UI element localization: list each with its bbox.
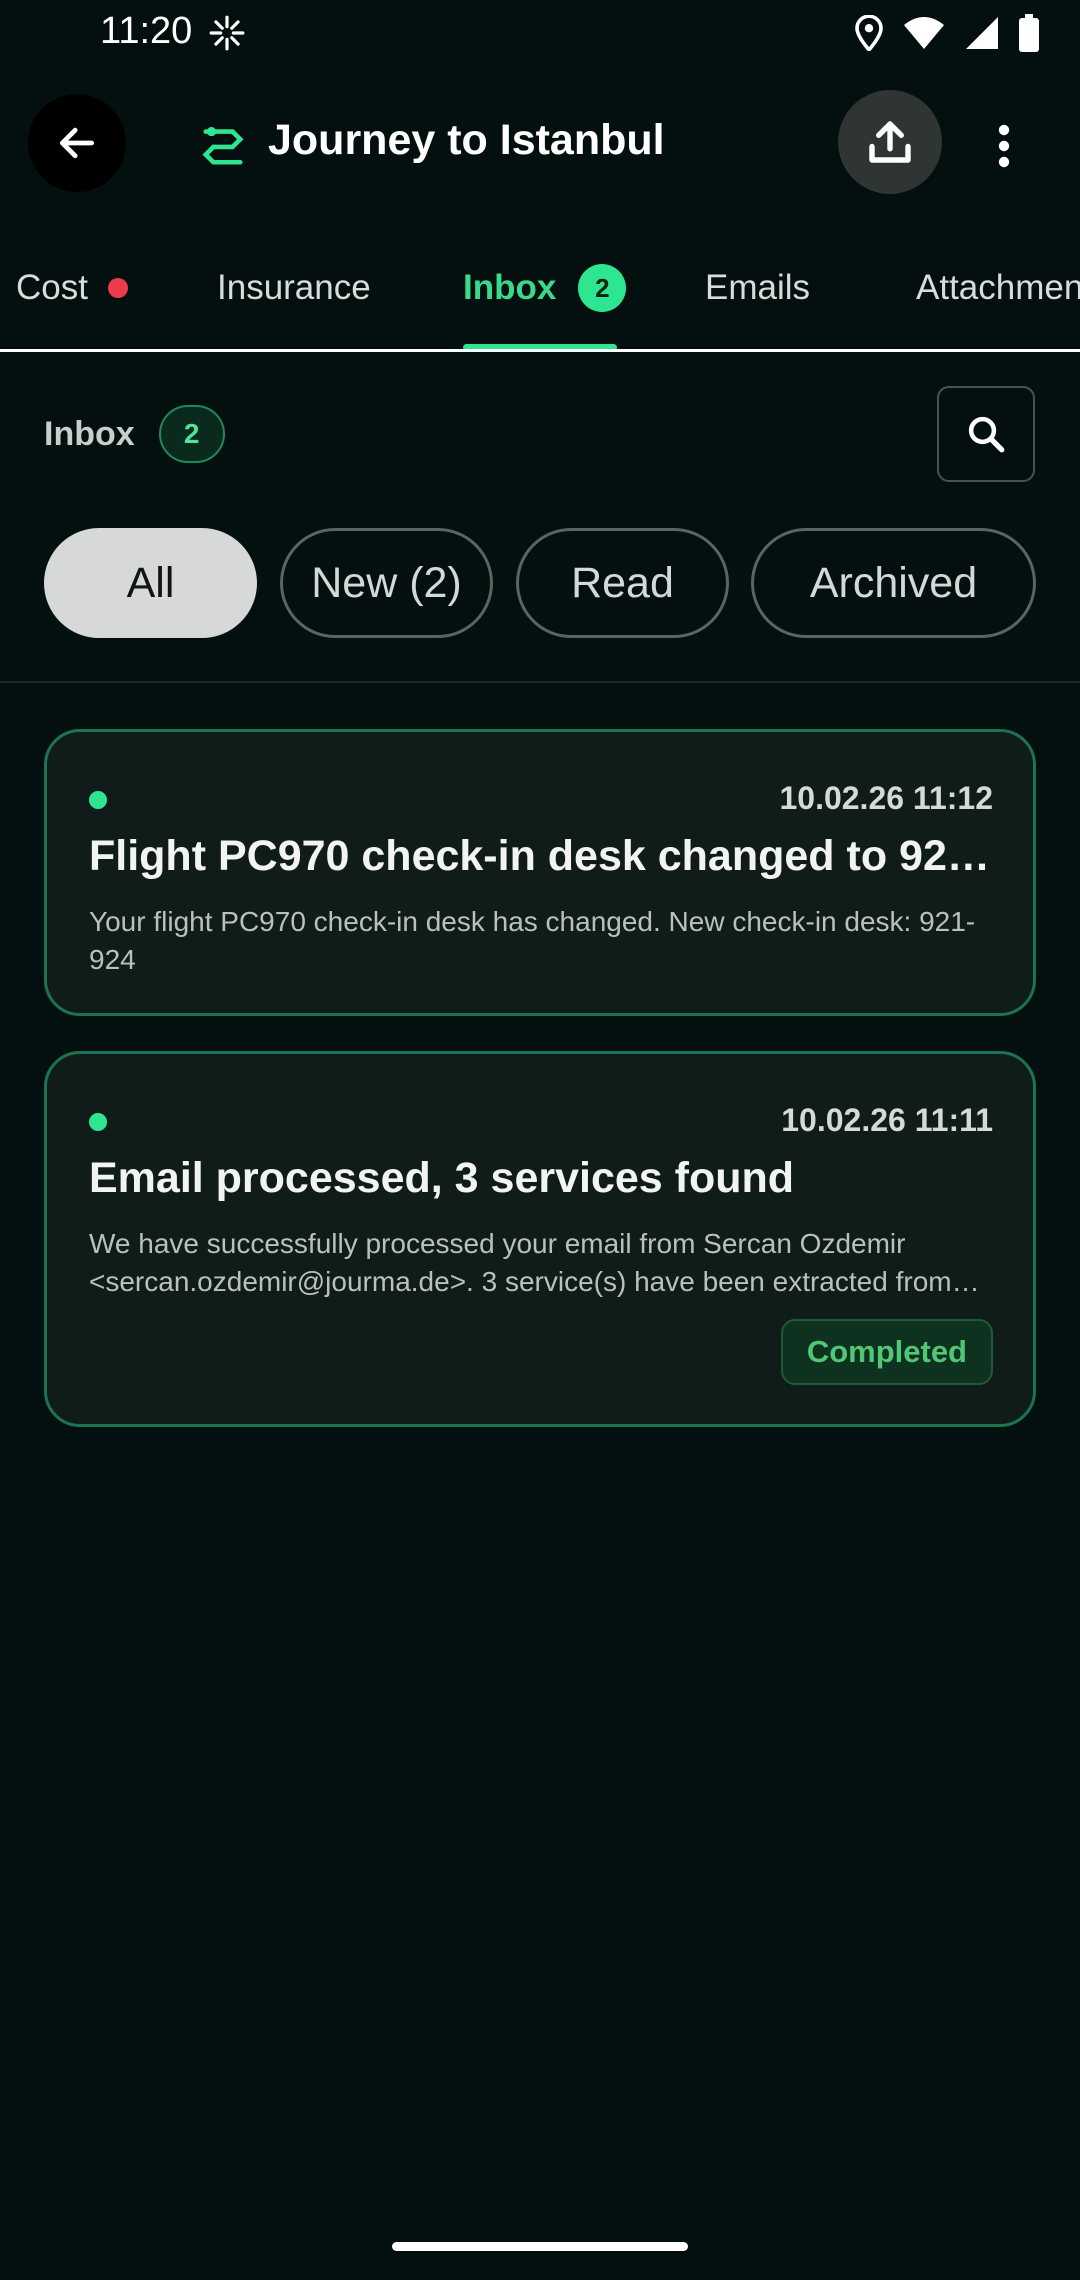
status-time: 11:20: [100, 10, 193, 52]
tab-bar: Cost Insurance Inbox 2 Emails Attachment…: [0, 222, 1080, 352]
more-vertical-icon: [998, 124, 1010, 168]
filter-new[interactable]: New (2): [280, 528, 493, 638]
location-icon: [855, 15, 883, 51]
home-indicator[interactable]: [392, 2242, 688, 2251]
tab-label: Cost: [16, 268, 88, 307]
status-bar: 11:20: [0, 0, 1080, 66]
tab-label: Inbox: [463, 268, 557, 307]
tab-insurance[interactable]: Insurance: [217, 258, 371, 318]
tab-badge: 2: [578, 264, 627, 312]
wifi-icon: [904, 17, 944, 49]
battery-icon: [1019, 14, 1039, 52]
divider: [0, 681, 1080, 683]
app-bar: Journey to Istanbul: [0, 88, 1080, 198]
status-badge: Completed: [780, 1319, 993, 1385]
unread-dot: [89, 791, 107, 809]
message-timestamp: 10.02.26 11:11: [781, 1102, 993, 1138]
share-button[interactable]: [838, 90, 942, 194]
filter-read[interactable]: Read: [516, 528, 729, 638]
tab-label: Insurance: [217, 268, 371, 307]
message-title: Flight PC970 check-in desk changed to 92…: [89, 832, 993, 880]
unread-dot: [89, 1113, 107, 1131]
search-icon: [968, 416, 1005, 453]
message-title: Email processed, 3 services found: [89, 1154, 795, 1202]
activity-icon: [209, 15, 245, 51]
status-icons: [854, 14, 1040, 52]
filter-archived[interactable]: Archived: [751, 528, 1036, 638]
back-button[interactable]: [28, 94, 126, 192]
active-tab-indicator: [463, 344, 617, 349]
upload-icon: [869, 121, 911, 163]
tab-label: Emails: [705, 268, 811, 307]
inbox-count-badge: 2: [158, 405, 225, 463]
inbox-header: Inbox 2: [44, 404, 225, 464]
page-title: Journey to Istanbul: [268, 116, 665, 164]
message-timestamp: 10.02.26 11:12: [779, 780, 993, 816]
inbox-title: Inbox: [44, 414, 135, 453]
more-options-button[interactable]: [984, 116, 1024, 176]
message-card[interactable]: 10.02.26 11:11 Email processed, 3 servic…: [44, 1051, 1036, 1427]
alert-dot: [107, 278, 128, 298]
filter-label: Archived: [809, 558, 978, 607]
filter-label: New (2): [311, 558, 462, 607]
signal-icon: [966, 17, 998, 49]
filter-all[interactable]: All: [44, 528, 257, 638]
route-icon: [202, 126, 244, 165]
search-button[interactable]: [937, 386, 1035, 482]
arrow-left-icon: [59, 127, 95, 159]
tab-emails[interactable]: Emails: [705, 258, 810, 318]
tab-cost[interactable]: Cost: [16, 258, 128, 318]
filter-label: Read: [571, 558, 674, 607]
tab-inbox[interactable]: Inbox 2: [463, 258, 627, 318]
tab-label: Attachments: [916, 268, 1080, 307]
message-card[interactable]: 10.02.26 11:12 Flight PC970 check-in des…: [44, 729, 1036, 1016]
tab-attachments[interactable]: Attachments: [916, 258, 1080, 318]
message-preview: We have successfully processed your emai…: [89, 1228, 952, 1297]
message-preview: Your flight PC970 check-in desk has chan…: [89, 906, 976, 975]
filter-label: All: [126, 558, 175, 607]
